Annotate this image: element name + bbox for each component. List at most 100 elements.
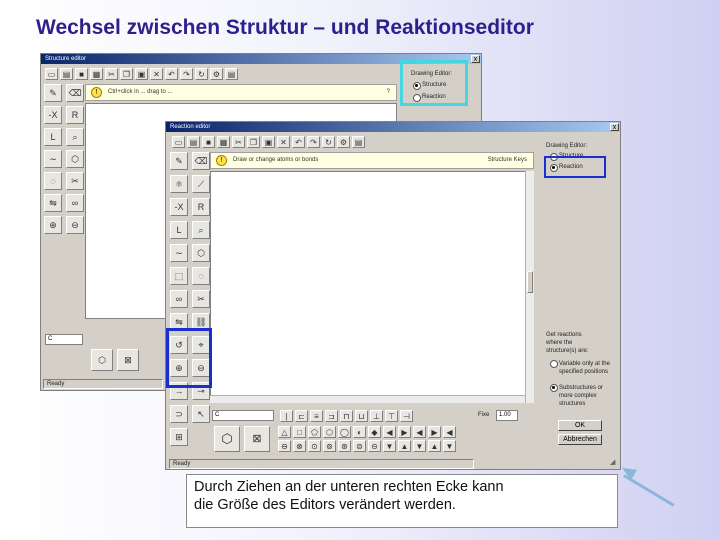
arrow-button[interactable]: ▼ — [443, 440, 456, 452]
settings-icon[interactable]: ⚙ — [337, 136, 350, 148]
ring-button[interactable]: ⊗ — [293, 440, 306, 452]
ring-button[interactable]: ◐ — [353, 426, 366, 438]
structure-template-icon[interactable]: ⊠ — [117, 349, 139, 371]
settings-icon[interactable]: ⚙ — [210, 68, 223, 80]
structure-atom-input[interactable]: C — [45, 334, 83, 345]
arrow-button[interactable]: ▲ — [428, 440, 441, 452]
bracket-icon[interactable]: ⊃ — [170, 405, 188, 423]
ring-button[interactable]: ⬡ — [323, 426, 336, 438]
link-icon[interactable]: ∞ — [66, 194, 84, 212]
structure-hexagon-icon[interactable]: ⬡ — [91, 349, 113, 371]
reaction-template-icon[interactable]: ⊠ — [244, 426, 270, 452]
ring-button[interactable]: ⊛ — [338, 440, 351, 452]
scissors-icon[interactable]: ✂ — [192, 290, 210, 308]
refresh-icon[interactable]: ↻ — [195, 68, 208, 80]
ring-icon[interactable]: ⬡ — [66, 150, 84, 168]
match-option-substructure[interactable]: Substructures or more complex structures — [550, 384, 612, 408]
new-icon[interactable]: ▭ — [45, 68, 58, 80]
arrow-button[interactable]: ▶ — [398, 426, 411, 438]
ring-button[interactable]: ⊜ — [353, 440, 366, 452]
eraser-icon[interactable]: ⌫ — [192, 152, 210, 170]
arrow-button[interactable]: ◀ — [383, 426, 396, 438]
paste-icon[interactable]: ▣ — [262, 136, 275, 148]
element-button[interactable]: ⊤ — [385, 410, 398, 422]
element-button[interactable]: ≡ — [310, 410, 323, 422]
delete-icon[interactable]: ✕ — [150, 68, 163, 80]
reaction-horizontal-scrollbar[interactable] — [210, 395, 525, 403]
ring-icon[interactable]: ⬡ — [192, 244, 210, 262]
info-icon[interactable]: ▤ — [225, 68, 238, 80]
copy-icon[interactable]: ❐ — [247, 136, 260, 148]
lasso-icon[interactable]: ◌ — [44, 172, 62, 190]
atom-map-icon[interactable]: ⊞ — [170, 428, 188, 446]
remove-atom-icon[interactable]: -X — [170, 198, 188, 216]
r-group-icon[interactable]: R — [66, 106, 84, 124]
print-icon[interactable]: ▦ — [217, 136, 230, 148]
arrow-button[interactable]: ▼ — [413, 440, 426, 452]
pointer-icon[interactable]: ↖ — [192, 405, 210, 423]
new-icon[interactable]: ▭ — [172, 136, 185, 148]
pencil-icon[interactable]: ✎ — [170, 152, 188, 170]
delete-icon[interactable]: ✕ — [277, 136, 290, 148]
open-icon[interactable]: ▤ — [60, 68, 73, 80]
cancel-button[interactable]: Abbrechen — [558, 434, 602, 445]
minus-icon[interactable]: ⊖ — [66, 216, 84, 234]
ring-button[interactable]: ⊝ — [368, 440, 381, 452]
select-icon[interactable]: ⬚ — [170, 267, 188, 285]
plus-icon[interactable]: ⊕ — [44, 216, 62, 234]
refresh-icon[interactable]: ↻ — [322, 136, 335, 148]
arrow-button[interactable]: ◀ — [413, 426, 426, 438]
r-group-icon[interactable]: R — [192, 198, 210, 216]
element-button[interactable]: | — [280, 410, 293, 422]
ring-button[interactable]: ⊖ — [278, 440, 291, 452]
scissors-icon[interactable]: ✂ — [66, 172, 84, 190]
reaction-canvas[interactable] — [210, 171, 534, 403]
element-button[interactable]: ⊓ — [340, 410, 353, 422]
reaction-hexagon-icon[interactable]: ⬡ — [214, 426, 240, 452]
element-button[interactable]: ⊔ — [355, 410, 368, 422]
ring-button[interactable]: □ — [293, 426, 306, 438]
ok-button[interactable]: OK — [558, 420, 602, 431]
eraser-icon[interactable]: ⌫ — [66, 84, 84, 102]
zoom-input[interactable]: 1.00 — [496, 410, 518, 421]
cut-icon[interactable]: ✂ — [105, 68, 118, 80]
redo-icon[interactable]: ↷ — [180, 68, 193, 80]
undo-icon[interactable]: ↶ — [292, 136, 305, 148]
redo-icon[interactable]: ↷ — [307, 136, 320, 148]
paste-icon[interactable]: ▣ — [135, 68, 148, 80]
ring-button[interactable]: ◯ — [338, 426, 351, 438]
lasso-icon[interactable]: ◌ — [192, 267, 210, 285]
close-icon[interactable]: x — [471, 55, 480, 63]
remove-atom-icon[interactable]: -X — [44, 106, 62, 124]
cut-icon[interactable]: ✂ — [232, 136, 245, 148]
arrow-button[interactable]: ▶ — [428, 426, 441, 438]
flip-icon[interactable]: ⇋ — [44, 194, 62, 212]
copy-icon[interactable]: ❐ — [120, 68, 133, 80]
ring-button[interactable]: ⊙ — [308, 440, 321, 452]
element-button[interactable]: ⊐ — [325, 410, 338, 422]
scrollbar-thumb[interactable] — [527, 271, 533, 293]
ring-button[interactable]: ⊚ — [323, 440, 336, 452]
ring-button[interactable]: ◆ — [368, 426, 381, 438]
print-icon[interactable]: ▦ — [90, 68, 103, 80]
bond-wave-icon[interactable]: ∼ — [44, 150, 62, 168]
link-icon[interactable]: ∞ — [170, 290, 188, 308]
match-option-variable[interactable]: Variable only at the specified positions — [550, 360, 612, 376]
arrow-button[interactable]: ▼ — [383, 440, 396, 452]
search-icon[interactable]: ⌕ — [192, 221, 210, 239]
chain-icon[interactable]: L — [44, 128, 62, 146]
arrow-button[interactable]: ◀ — [443, 426, 456, 438]
element-button[interactable]: ⊥ — [370, 410, 383, 422]
close-icon[interactable]: x — [610, 123, 619, 131]
reaction-atom-input[interactable]: C — [212, 410, 274, 421]
reaction-vertical-scrollbar[interactable] — [525, 171, 534, 403]
save-icon[interactable]: ■ — [75, 68, 88, 80]
info-icon[interactable]: ▤ — [352, 136, 365, 148]
ring-button[interactable]: △ — [278, 426, 291, 438]
chain-icon[interactable]: L — [170, 221, 188, 239]
atom-icon[interactable]: ⚛ — [170, 175, 188, 193]
pencil-icon[interactable]: ✎ — [44, 84, 62, 102]
undo-icon[interactable]: ↶ — [165, 68, 178, 80]
bond-wave-icon[interactable]: ∼ — [170, 244, 188, 262]
save-icon[interactable]: ■ — [202, 136, 215, 148]
